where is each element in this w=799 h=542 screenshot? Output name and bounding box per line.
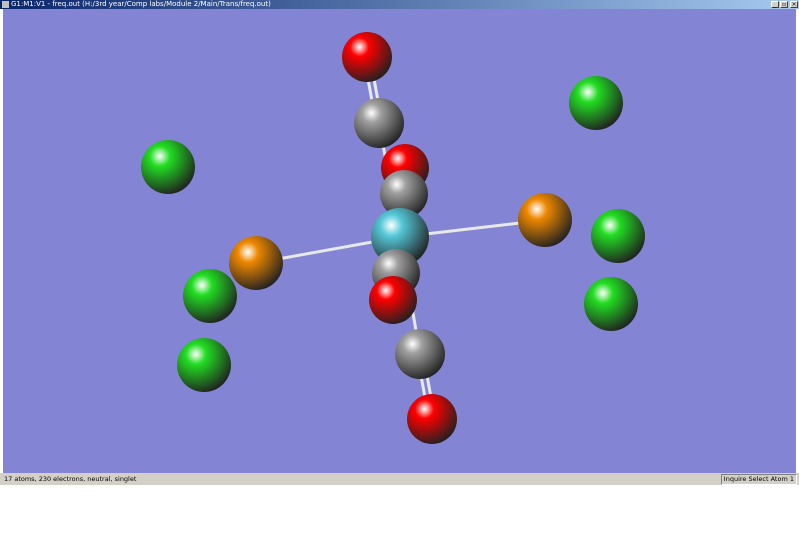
atom-c[interactable] [354, 98, 404, 148]
close-button[interactable]: × [790, 1, 798, 8]
molecule-viewport[interactable] [3, 9, 796, 473]
status-mode: Inquire Select Atom 1 [720, 474, 797, 485]
atom-cl[interactable] [183, 269, 237, 323]
atom-o[interactable] [369, 276, 417, 324]
atom-cl[interactable] [591, 209, 645, 263]
atom-cl[interactable] [569, 76, 623, 130]
atom-o[interactable] [407, 394, 457, 444]
status-bar: 17 atoms, 230 electrons, neutral, single… [0, 473, 799, 485]
atom-br[interactable] [518, 193, 572, 247]
atom-c[interactable] [395, 329, 445, 379]
atom-o[interactable] [342, 32, 392, 82]
atom-cl[interactable] [141, 140, 195, 194]
restore-button[interactable]: ▫ [780, 1, 788, 8]
title-bar: G1:M1:V1 - freq.out (H:/3rd year/Comp la… [0, 0, 799, 9]
window-title: G1:M1:V1 - freq.out (H:/3rd year/Comp la… [11, 0, 271, 8]
atom-cl[interactable] [584, 277, 638, 331]
atom-cl[interactable] [177, 338, 231, 392]
status-molecule-info: 17 atoms, 230 electrons, neutral, single… [4, 475, 137, 483]
app-icon [2, 1, 9, 8]
atom-br[interactable] [229, 236, 283, 290]
minimize-button[interactable]: _ [771, 1, 779, 8]
molecule-view[interactable] [3, 9, 796, 473]
